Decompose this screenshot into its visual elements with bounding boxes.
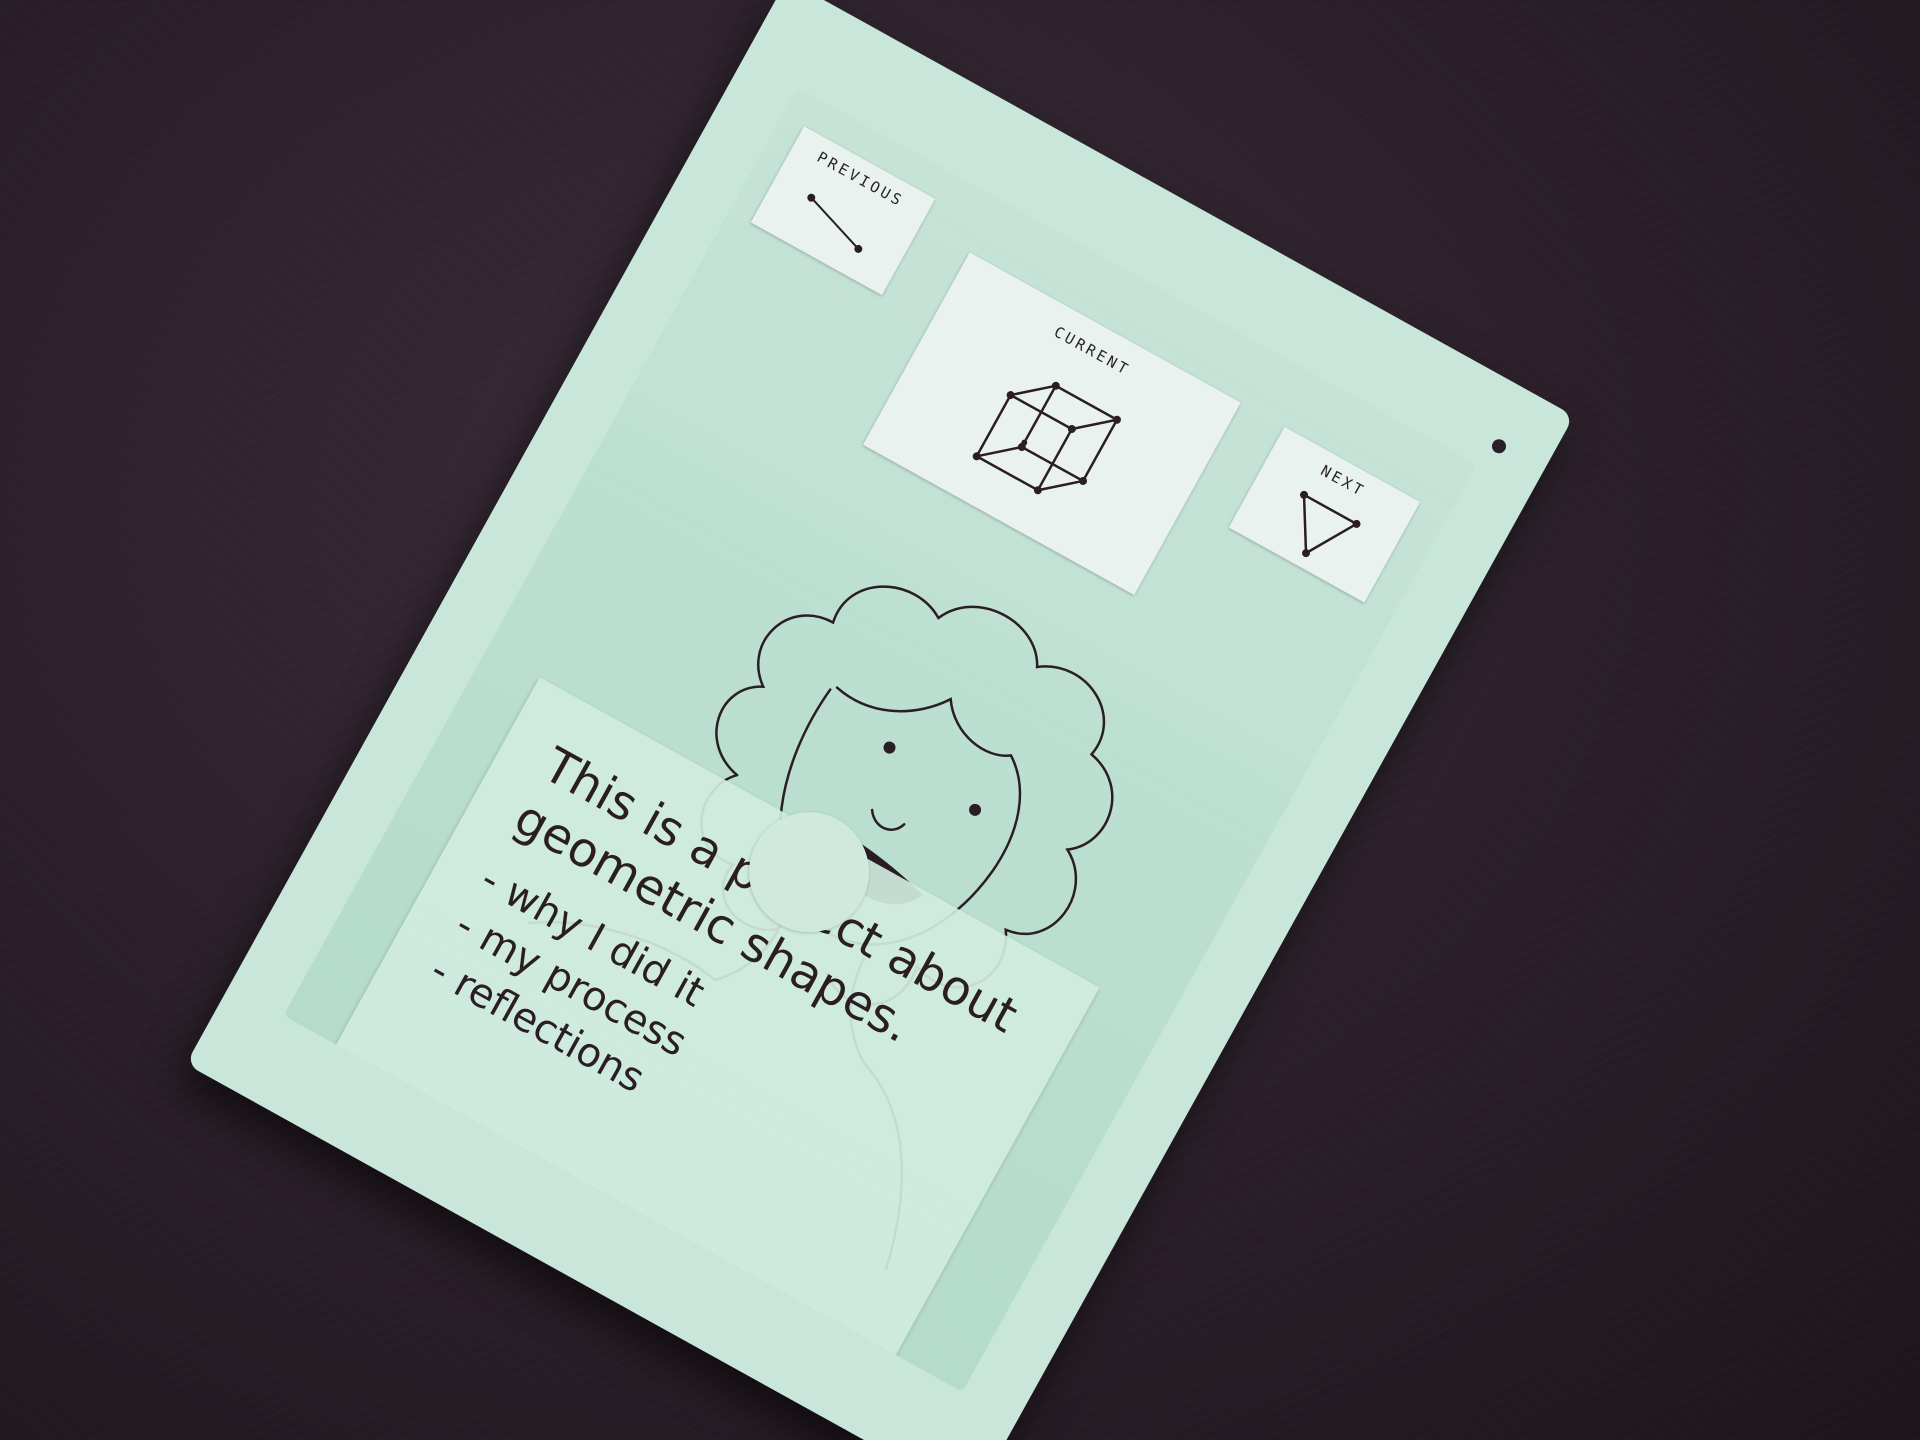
paper-phone-prototype: PREVIOUS CURRENT NEXT This is a about ge… <box>185 0 1575 1440</box>
